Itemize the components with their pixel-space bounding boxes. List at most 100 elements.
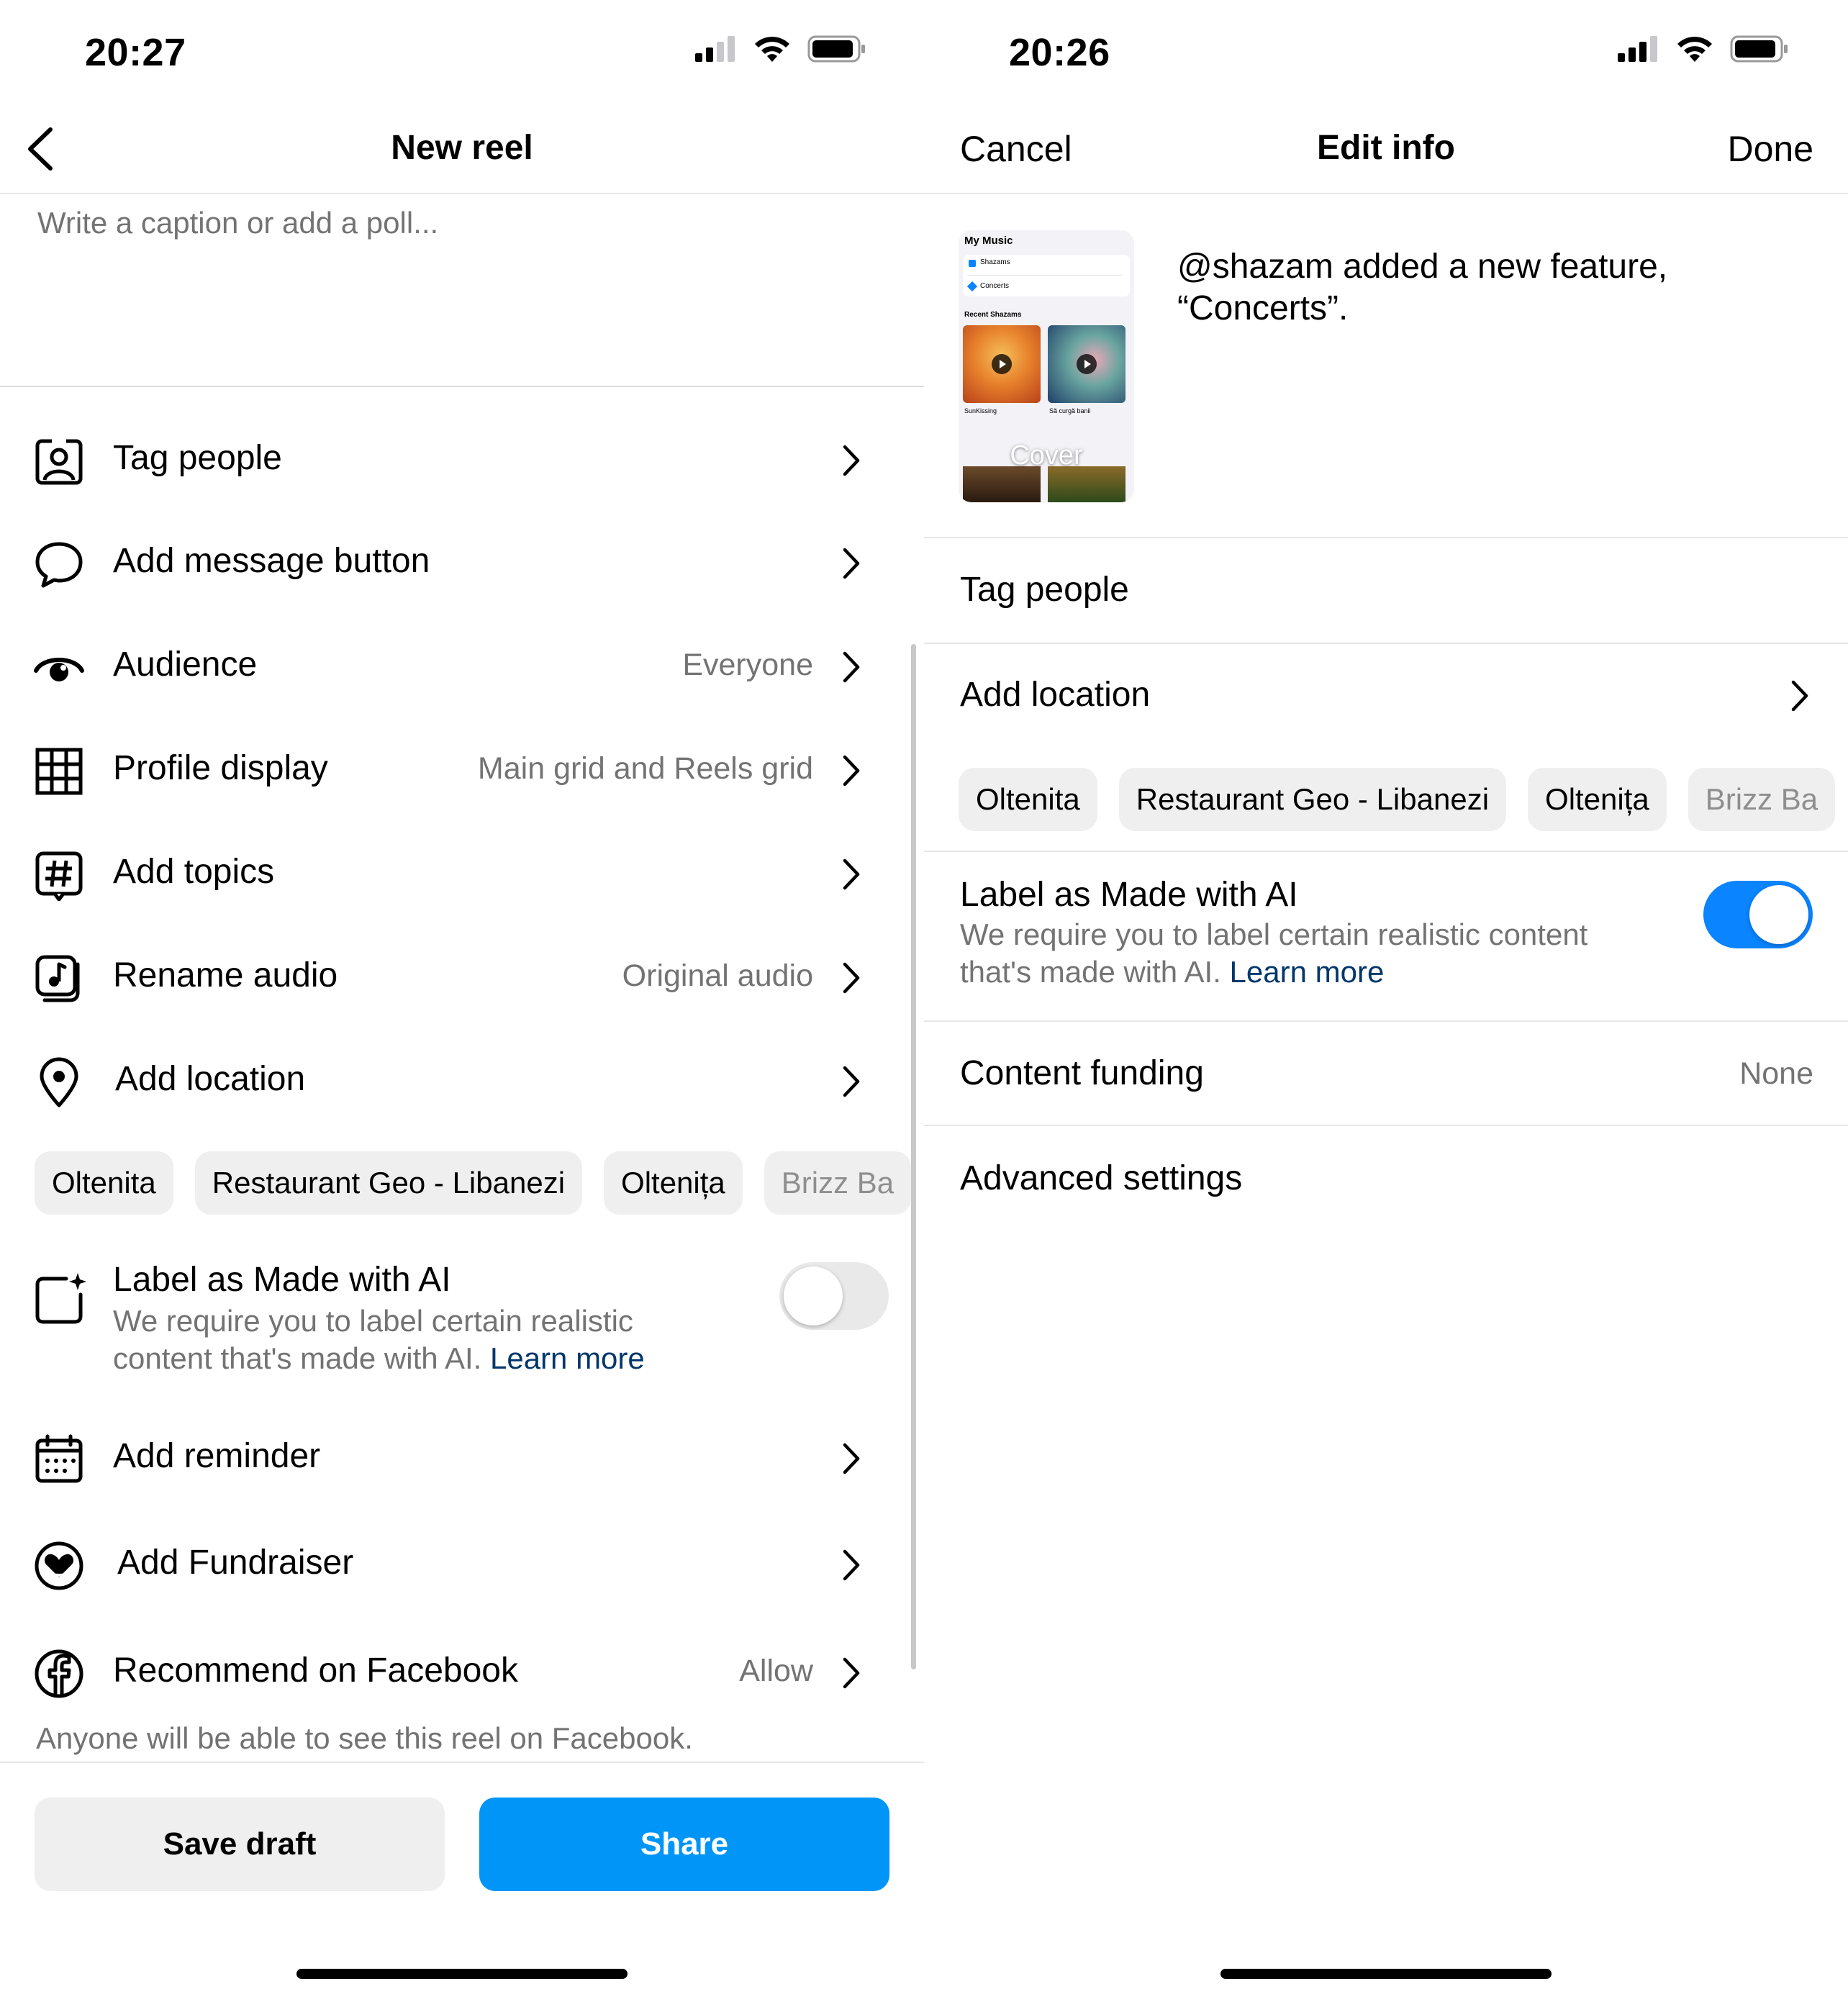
album-art-image [1048,325,1125,403]
caption-text[interactable]: @shazam added a new feature, “Concerts”. [1177,246,1796,330]
caption-input[interactable]: Write a caption or add a poll... [0,196,924,387]
location-chip[interactable]: Oltenita [35,1151,173,1215]
location-chip[interactable]: Restaurant Geo - Libanezi [194,1151,583,1215]
ai-label-toggle[interactable] [1703,881,1813,948]
album-art-image [963,325,1041,403]
ai-desc-line1: We require you to label certain realisti… [960,917,1588,951]
location-chip[interactable]: Brizz Ba [764,1151,912,1215]
audience-label: Audience [113,645,258,684]
location-pin-icon [40,1057,78,1107]
ai-label-description: We require you to label certain realisti… [113,1302,645,1377]
home-indicator[interactable] [296,1969,628,1979]
cellular-signal-icon [1618,36,1657,62]
scrollbar[interactable] [911,644,916,1669]
add-location-row[interactable]: Add location [0,1035,900,1121]
location-chip[interactable]: Oltenița [1528,768,1667,831]
ai-label-title: Label as Made with AI [960,876,1298,914]
location-chip[interactable]: Restaurant Geo - Libanezi [1118,768,1507,831]
share-button[interactable]: Share [479,1798,889,1891]
add-message-button-row[interactable]: Add message button [0,517,900,603]
wifi-icon [1677,37,1712,62]
edit-info-screen: 20:26 Cancel Edit info Done My Music Sha… [924,0,1848,1999]
chevron-right-icon [1791,680,1808,712]
audience-value: Everyone [682,648,813,682]
play-icon [1077,354,1097,374]
divider [924,1125,1848,1126]
ai-label-description: We require you to label certain realisti… [960,916,1587,991]
album-art-image [963,466,1041,502]
tag-people-row[interactable]: Tag people [960,570,1129,609]
recommend-facebook-value: Allow [739,1654,813,1688]
status-bar: 20:27 [0,22,924,86]
add-topics-label: Add topics [113,853,275,891]
toggle-knob [1749,885,1808,944]
content-funding-row[interactable]: Content funding None [924,1023,1848,1124]
ai-sparkle-icon [35,1273,86,1324]
ai-label-row: Label as Made with AI We require you to … [0,1256,924,1378]
divider [0,1762,924,1763]
ai-desc-line2: content that's made with AI. [113,1341,482,1375]
profile-display-value: Main grid and Reels grid [477,751,813,786]
add-location-row[interactable]: Add location [924,648,1848,748]
save-draft-button[interactable]: Save draft [35,1798,445,1891]
done-button[interactable]: Done [1727,128,1813,170]
reel-cover-thumbnail[interactable]: My Music Shazams Concerts Recent Shazams… [959,230,1134,502]
add-location-label: Add location [115,1060,306,1098]
tag-people-row[interactable]: Tag people [0,414,900,500]
cellular-signal-icon [695,36,735,62]
profile-display-row[interactable]: Profile display Main grid and Reels grid [0,724,900,810]
ai-desc-line2: that's made with AI. [960,955,1221,989]
audience-row[interactable]: Audience Everyone [0,620,900,707]
location-chip[interactable]: Oltenita [959,768,1097,831]
toggle-knob [784,1266,843,1325]
add-message-button-label: Add message button [113,542,430,580]
ai-label-title: Label as Made with AI [113,1261,451,1299]
home-indicator[interactable] [1220,1969,1552,1979]
add-fundraiser-row[interactable]: Add Fundraiser [0,1518,900,1605]
caption-placeholder: Write a caption or add a poll... [37,206,439,240]
divider [924,643,1848,644]
ai-desc-line1: We require you to label certain realisti… [113,1304,633,1338]
location-suggestions: Oltenita Restaurant Geo - Libanezi Olten… [35,1151,912,1215]
thumb-song1: SunKissing [964,407,997,414]
cover-label: Cover [1010,440,1083,471]
rename-audio-value: Original audio [622,958,813,993]
chevron-right-icon [843,548,860,579]
battery-icon [807,35,865,63]
facebook-note: Anyone will be able to see this reel on … [36,1721,693,1755]
thumb-concerts: Concerts [980,282,1010,290]
status-bar: 20:26 [924,22,1848,86]
thumb-recent: Recent Shazams [964,311,1022,319]
tag-person-icon [35,438,83,485]
learn-more-link[interactable]: Learn more [1230,955,1385,989]
rename-audio-row[interactable]: Rename audio Original audio [0,931,900,1017]
add-reminder-row[interactable]: Add reminder [0,1412,900,1498]
advanced-settings-row[interactable]: Advanced settings [960,1159,1242,1198]
hashtag-icon [35,851,83,901]
fundraiser-heart-icon [35,1541,83,1590]
add-reminder-label: Add reminder [113,1437,321,1475]
concerts-icon [966,281,978,292]
location-suggestions: Oltenita Restaurant Geo - Libanezi Olten… [959,768,1836,831]
location-chip[interactable]: Oltenița [604,1151,743,1215]
thumb-list: Shazams Concerts [963,255,1130,296]
ai-label-toggle[interactable] [779,1262,889,1330]
status-icons [694,35,866,63]
page-title: Edit info [1317,129,1455,167]
location-chip[interactable]: Brizz Ba [1688,768,1836,831]
status-time: 20:27 [85,31,186,74]
calendar-icon [35,1434,83,1483]
facebook-icon [35,1649,83,1698]
header: New reel [0,108,924,194]
rename-audio-label: Rename audio [113,956,338,994]
learn-more-link[interactable]: Learn more [490,1341,645,1375]
chevron-right-icon [843,1549,860,1581]
status-icons [1616,35,1789,63]
recommend-facebook-row[interactable]: Recommend on Facebook Allow [0,1626,900,1713]
add-topics-row[interactable]: Add topics [0,828,900,914]
thumb-shazams: Shazams [980,258,1010,266]
thumb-song2: Să curgă banii [1049,407,1091,414]
recommend-facebook-label: Recommend on Facebook [113,1651,518,1690]
chevron-right-icon [843,1443,860,1474]
chevron-right-icon [843,651,860,683]
